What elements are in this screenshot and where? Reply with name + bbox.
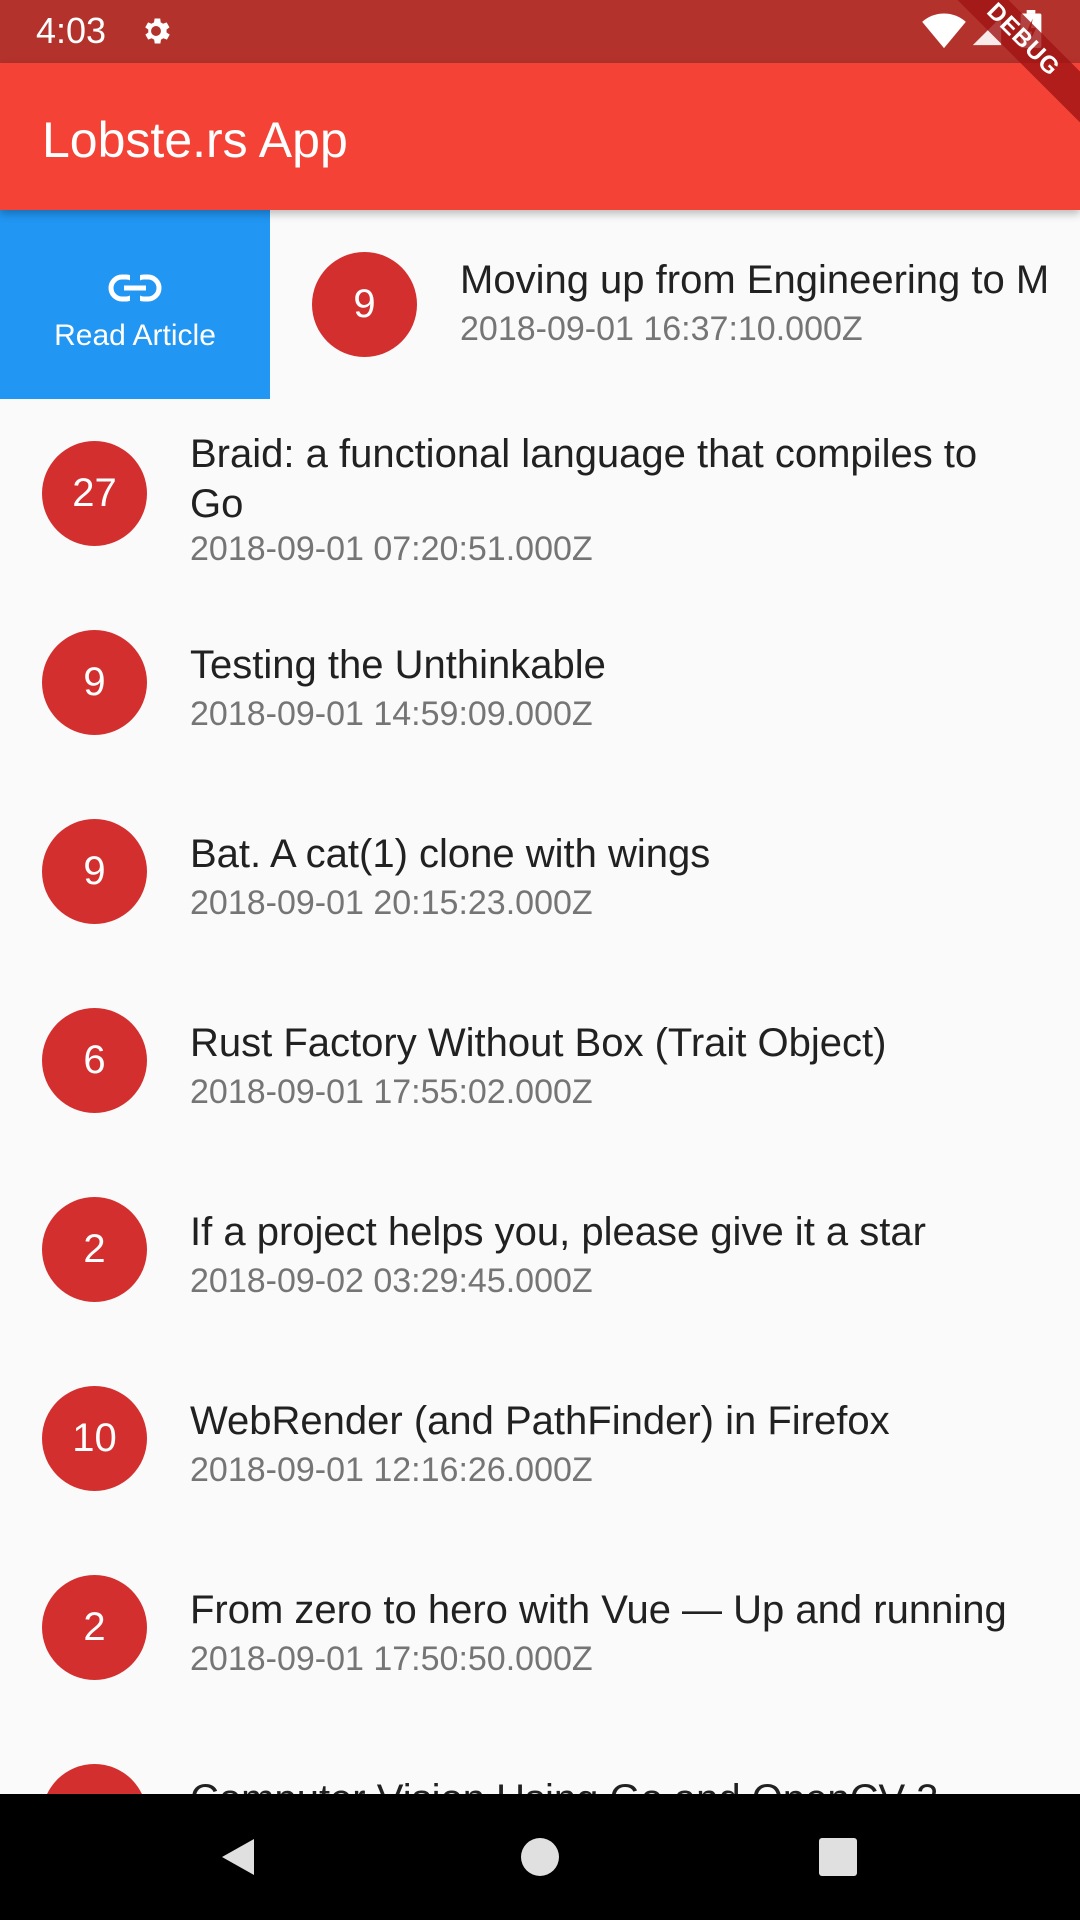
story-date: 2018-09-01 17:50:50.000Z (190, 1640, 593, 1678)
story-item[interactable]: 10 WebRender (and PathFinder) in Firefox… (0, 1344, 1080, 1533)
story-title: Rust Factory Without Box (Trait Object) (190, 1021, 887, 1065)
story-date: 2018-09-01 12:16:26.000Z (190, 1451, 593, 1489)
story-item[interactable]: 27 Braid: a functional language that com… (0, 399, 1080, 588)
story-item[interactable]: 9 Testing the Unthinkable 2018-09-01 14:… (0, 588, 1080, 777)
wifi-icon (922, 13, 966, 49)
story-title: Testing the Unthinkable (190, 643, 606, 687)
score-badge: 9 (42, 819, 147, 924)
story-title: Braid: a functional language that compil… (190, 432, 978, 526)
status-bar: 4:03 (0, 0, 1080, 63)
story-title: WebRender (and PathFinder) in Firefox (190, 1399, 890, 1443)
score-badge: 9 (42, 630, 147, 735)
story-list[interactable]: Read Article 9 Moving up from Engineerin… (0, 210, 1080, 1794)
system-nav-bar (0, 1794, 1080, 1920)
story-item[interactable]: 2 From zero to hero with Vue — Up and ru… (0, 1533, 1080, 1722)
story-title: Moving up from Engineering to M (460, 258, 1050, 302)
read-article-button[interactable]: Read Article (0, 210, 270, 399)
story-date: 2018-09-01 17:55:02.000Z (190, 1073, 593, 1111)
story-date: 2018-09-01 14:59:09.000Z (190, 695, 593, 733)
app-title: Lobste.rs App (42, 112, 348, 168)
score-badge: 6 (42, 1008, 147, 1113)
back-icon[interactable] (216, 1835, 260, 1879)
score-badge: 27 (42, 441, 147, 546)
recents-icon[interactable] (816, 1835, 860, 1879)
story-item[interactable]: 2 If a project helps you, please give it… (0, 1155, 1080, 1344)
story-date: 2018-09-01 20:15:23.000Z (190, 884, 593, 922)
story-item[interactable]: Computer Vision Using Go and OpenCV 3 (0, 1722, 1080, 1794)
score-badge: 2 (42, 1575, 147, 1680)
gear-icon (145, 18, 170, 44)
story-content[interactable]: 9 Moving up from Engineering to M 2018-0… (270, 210, 1080, 399)
score-badge: 9 (312, 252, 417, 357)
app-bar: Lobste.rs App (0, 63, 1080, 210)
story-title: From zero to hero with Vue — Up and runn… (190, 1588, 1007, 1632)
story-item[interactable]: 6 Rust Factory Without Box (Trait Object… (0, 966, 1080, 1155)
story-title: Bat. A cat(1) clone with wings (190, 832, 711, 876)
story-title: Computer Vision Using Go and OpenCV 3 (190, 1774, 1040, 1794)
story-date: 2018-09-01 16:37:10.000Z (460, 310, 863, 348)
score-badge (42, 1764, 147, 1794)
home-icon[interactable] (518, 1835, 562, 1879)
score-badge: 10 (42, 1386, 147, 1491)
read-article-label: Read Article (54, 319, 216, 352)
link-icon (108, 274, 162, 302)
story-date: 2018-09-01 07:20:51.000Z (190, 530, 593, 568)
score-badge: 2 (42, 1197, 147, 1302)
status-time: 4:03 (36, 10, 107, 51)
story-title: If a project helps you, please give it a… (190, 1210, 926, 1254)
story-item[interactable]: 9 Bat. A cat(1) clone with wings 2018-09… (0, 777, 1080, 966)
story-item-swiped[interactable]: Read Article 9 Moving up from Engineerin… (0, 210, 1080, 399)
story-date: 2018-09-02 03:29:45.000Z (190, 1262, 593, 1300)
